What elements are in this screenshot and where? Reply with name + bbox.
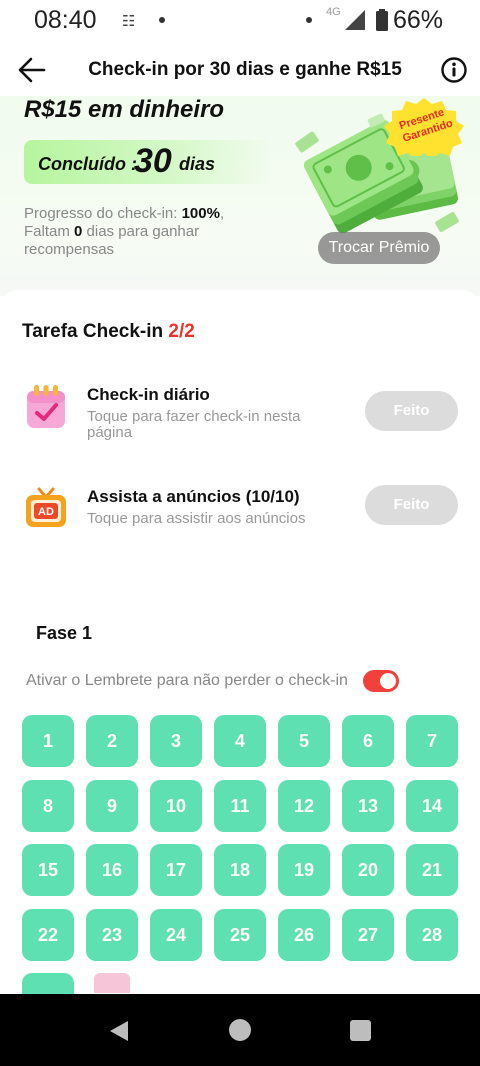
signal-icon [345, 10, 365, 30]
guaranteed-gift-badge: Presente Garantido [384, 98, 464, 156]
concluded-label: Concluído : [38, 154, 137, 174]
tasks-title: Tarefa Check-in 2/2 [22, 321, 195, 343]
info-icon[interactable] [440, 56, 468, 84]
task-done-button[interactable]: Feito [365, 391, 458, 431]
task-daily-checkin: Check-in diário Toque para fazer check-i… [0, 383, 480, 453]
day-tile-5[interactable]: 5 [278, 715, 330, 767]
progress-text: Progresso do check-in: 100%, Faltam 0 di… [24, 205, 264, 259]
back-arrow-icon[interactable] [16, 54, 50, 86]
nav-recents-icon[interactable] [350, 1020, 371, 1041]
task-title: Check-in diário [87, 385, 210, 404]
ad-tv-icon: AD [26, 487, 66, 527]
day-tile-3[interactable]: 3 [150, 715, 202, 767]
task-title: Assista a anúncios (10/10) [87, 487, 300, 506]
day-tile-22[interactable]: 22 [22, 908, 74, 961]
task-watch-ads: AD Assista a anúncios (10/10) Toque para… [0, 485, 480, 555]
toggle-knob [380, 673, 396, 689]
day-tile-14[interactable]: 14 [406, 779, 458, 832]
day-tile-19[interactable]: 19 [278, 844, 330, 896]
notification-icon: ☷ [122, 13, 136, 30]
nav-home-icon[interactable] [229, 1019, 251, 1041]
task-subtitle: Toque para assistir aos anúncios [87, 510, 306, 527]
task-subtitle: Toque para fazer check-in nesta página [87, 408, 301, 441]
tasks-title-label: Tarefa Check-in [22, 321, 164, 342]
reward-heading: R$15 em dinheiro [24, 96, 225, 123]
day-tile-6[interactable]: 6 [342, 715, 394, 767]
day-tile-12[interactable]: 12 [278, 779, 330, 832]
day-tile-1[interactable]: 1 [22, 715, 74, 767]
battery-percent: 66% [393, 6, 444, 34]
redeem-prize-button[interactable]: Trocar Prêmio [318, 232, 440, 264]
gift-box-icon[interactable] [94, 973, 130, 993]
tasks-count: 2/2 [168, 321, 195, 342]
reminder-text: Ativar o Lembrete para não perder o chec… [26, 672, 348, 689]
day-tile-26[interactable]: 26 [278, 908, 330, 961]
day-tile-16[interactable]: 16 [86, 844, 138, 896]
day-tile-20[interactable]: 20 [342, 844, 394, 896]
day-tile-28[interactable]: 28 [406, 908, 458, 961]
day-tile-17[interactable]: 17 [150, 844, 202, 896]
day-tile-11[interactable]: 11 [214, 779, 266, 832]
system-nav-bar [0, 994, 480, 1066]
day-tile-8[interactable]: 8 [22, 779, 74, 832]
day-tile-9[interactable]: 9 [86, 779, 138, 832]
page-title: Check-in por 30 dias e ganhe R$15 [88, 59, 402, 80]
network-type: 4G [326, 6, 341, 18]
concluded-badge: Concluído : 30 dias [24, 140, 274, 184]
day-tile-24[interactable]: 24 [150, 908, 202, 961]
progress-comma: , [219, 205, 225, 222]
notification-dot-icon [159, 17, 165, 23]
battery-icon [376, 9, 388, 31]
day-tile-27[interactable]: 27 [342, 908, 394, 961]
status-time: 08:40 [34, 6, 97, 34]
progress-percent: 100% [181, 205, 220, 222]
app-header: Check-in por 30 dias e ganhe R$15 [0, 44, 480, 96]
day-tile-25[interactable]: 25 [214, 908, 266, 961]
day-tile-21[interactable]: 21 [406, 844, 458, 896]
svg-text:AD: AD [38, 506, 54, 518]
day-tile-13[interactable]: 13 [342, 779, 394, 832]
progress-label: Progresso do check-in: [24, 205, 182, 222]
day-tile-7[interactable]: 7 [406, 715, 458, 767]
day-tile-2[interactable]: 2 [86, 715, 138, 767]
day-tile-4[interactable]: 4 [214, 715, 266, 767]
reminder-toggle[interactable] [363, 670, 399, 692]
phase-card: Fase 1 Ativar o Lembrete para não perder… [0, 594, 480, 1025]
concluded-days: 30 [134, 142, 172, 180]
status-dot-icon [306, 17, 312, 23]
phase-title: Fase 1 [36, 623, 93, 643]
day-tile-15[interactable]: 15 [22, 844, 74, 896]
concluded-unit: dias [179, 154, 216, 174]
nav-back-icon[interactable] [108, 1020, 130, 1042]
remaining-label: Faltam [24, 223, 75, 240]
task-done-button[interactable]: Feito [365, 485, 458, 525]
day-tile-18[interactable]: 18 [214, 844, 266, 896]
day-tile-23[interactable]: 23 [86, 908, 138, 961]
calendar-check-icon [27, 385, 65, 428]
checkin-tasks-card: Tarefa Check-in 2/2 Check-in diário Toqu… [0, 290, 480, 574]
reward-hero: R$15 em dinheiro Concluído : 30 dias Pro… [0, 96, 480, 296]
day-tile-10[interactable]: 10 [150, 779, 202, 832]
status-bar: 08:40 ☷ 4G 66% [0, 0, 480, 44]
